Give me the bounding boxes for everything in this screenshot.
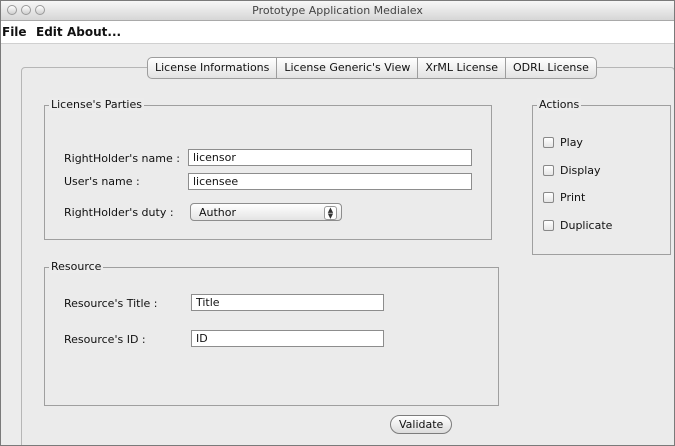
menu-bar: File Edit About... [1, 21, 674, 44]
menu-edit[interactable]: Edit [36, 25, 63, 39]
rightholder-name-label: RightHolder's name : [64, 152, 180, 165]
duty-select[interactable]: Author ▲ ▼ [190, 203, 342, 221]
duplicate-checkbox[interactable] [543, 220, 554, 231]
display-checkbox[interactable] [543, 165, 554, 176]
parties-group: License's Parties RightHolder's name : U… [44, 98, 492, 240]
tab-license-informations[interactable]: License Informations [148, 58, 278, 78]
resource-group: Resource Resource's Title : Resource's I… [44, 260, 499, 406]
menu-about[interactable]: About... [67, 25, 121, 39]
duty-label: RightHolder's duty : [64, 206, 174, 219]
menu-file[interactable]: File [2, 25, 27, 39]
play-label: Play [560, 136, 583, 149]
tab-bar: License Informations License Generic's V… [147, 57, 597, 79]
resource-id-input[interactable] [191, 330, 384, 347]
resource-title-input[interactable] [191, 294, 384, 311]
rightholder-name-input[interactable] [188, 149, 472, 166]
play-checkbox[interactable] [543, 137, 554, 148]
title-bar: Prototype Application Medialex [1, 1, 674, 21]
validate-button[interactable]: Validate [390, 415, 453, 434]
app-window: Prototype Application Medialex File Edit… [0, 0, 675, 446]
user-name-input[interactable] [188, 173, 472, 190]
actions-legend: Actions [537, 98, 582, 111]
parties-legend: License's Parties [49, 98, 144, 111]
display-label: Display [560, 164, 601, 177]
duty-select-value: Author [199, 206, 237, 219]
actions-group: Actions Play Display Print Duplicate [532, 98, 671, 255]
resource-legend: Resource [49, 260, 104, 273]
user-name-label: User's name : [64, 175, 140, 188]
print-label: Print [560, 191, 586, 204]
print-checkbox[interactable] [543, 192, 554, 203]
resource-title-label: Resource's Title : [64, 297, 158, 310]
tab-odrl-license[interactable]: ODRL License [506, 58, 596, 78]
duplicate-label: Duplicate [560, 219, 613, 232]
window-title: Prototype Application Medialex [252, 4, 423, 17]
tab-license-generic-view[interactable]: License Generic's View [277, 58, 419, 78]
tab-xrml-license[interactable]: XrML License [418, 58, 507, 78]
resource-id-label: Resource's ID : [64, 333, 146, 346]
up-down-arrows-icon: ▲ ▼ [324, 206, 337, 220]
